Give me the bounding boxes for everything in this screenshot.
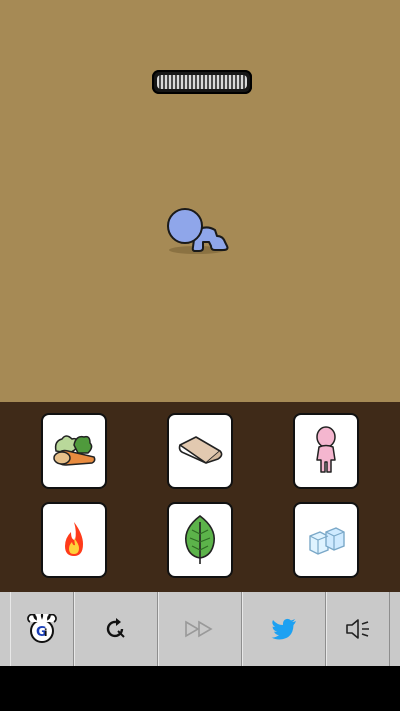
restart-button[interactable]: [74, 592, 158, 666]
leaf-icon: [184, 514, 216, 564]
item-card-vegetables[interactable]: [41, 413, 107, 489]
bottom-toolbar: G i: [0, 592, 400, 666]
play-area: [0, 0, 400, 402]
game-screen: G i: [0, 0, 400, 711]
fire-icon: [65, 522, 83, 556]
svg-text:i: i: [44, 628, 47, 639]
fast-forward-icon: [185, 620, 213, 638]
energy-bar-fill: [157, 75, 247, 89]
ice-icon: [309, 527, 345, 555]
sound-icon: [346, 619, 369, 639]
sound-button[interactable]: [326, 592, 390, 666]
twitter-share-button[interactable]: [242, 592, 326, 666]
vegetables-icon: [53, 435, 96, 466]
item-card-ice[interactable]: [293, 502, 359, 578]
gamer-logo-icon: G i: [27, 614, 57, 643]
energy-bar: [152, 70, 252, 94]
gamer-logo-button[interactable]: G i: [10, 592, 74, 666]
system-bottom-bar: [0, 666, 400, 711]
item-card-fire[interactable]: [41, 502, 107, 578]
doll-icon: [316, 426, 336, 473]
crawling-baby-character[interactable]: [165, 202, 235, 258]
crawling-baby-icon: [167, 208, 229, 254]
restart-icon: [106, 618, 125, 638]
item-tray: [0, 402, 400, 592]
item-card-cloth[interactable]: [167, 413, 233, 489]
cloth-icon: [178, 436, 223, 464]
twitter-icon: [271, 618, 296, 640]
item-card-leaf[interactable]: [167, 502, 233, 578]
item-card-pink-doll[interactable]: [293, 413, 359, 489]
fast-forward-button[interactable]: [158, 592, 242, 666]
